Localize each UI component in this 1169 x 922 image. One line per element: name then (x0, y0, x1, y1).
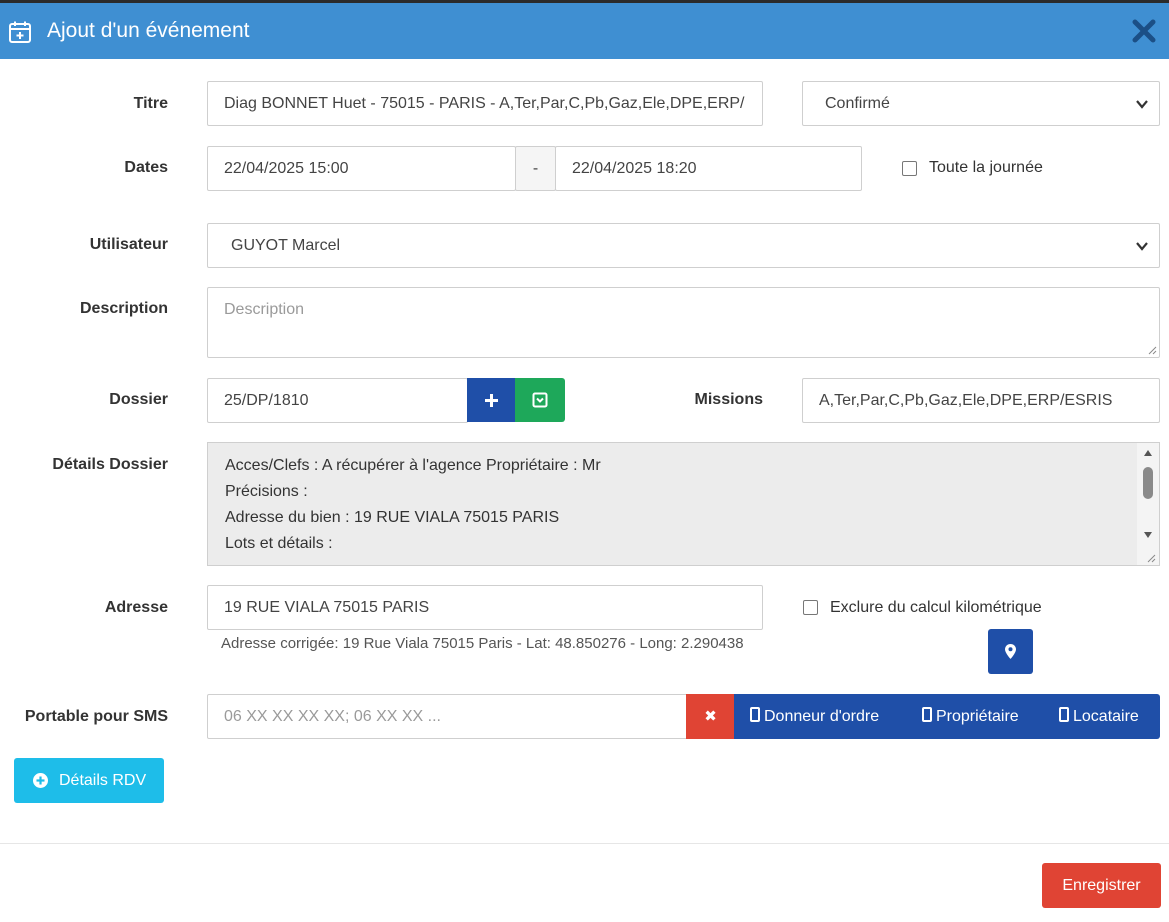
chevron-down-icon (1136, 242, 1148, 251)
date-end-input[interactable]: 22/04/2025 18:20 (555, 146, 862, 191)
details-rdv-button[interactable]: Détails RDV (14, 758, 164, 803)
chevron-down-icon (1136, 100, 1148, 109)
plus-circle-icon (33, 773, 48, 788)
details-rdv-label: Détails RDV (59, 772, 147, 789)
calendar-add-icon (9, 21, 31, 43)
sms-input[interactable]: 06 XX XX XX XX; 06 XX XX ... (207, 694, 688, 739)
archive-box-icon (532, 392, 548, 408)
all-day-label: Toute la journée (929, 159, 1043, 176)
details-line: Adresse du bien : 19 RUE VIALA 75015 PAR… (225, 509, 560, 526)
utilisateur-select[interactable]: GUYOT Marcel (207, 223, 1160, 268)
plus-icon (485, 394, 498, 407)
dialog-title: Ajout d'un événement (47, 19, 250, 42)
mobile-phone-icon (1059, 707, 1069, 722)
locataire-button[interactable]: Locataire (1059, 694, 1139, 739)
details-dossier-label: Détails Dossier (52, 456, 168, 473)
date-separator: - (515, 146, 556, 191)
scroll-down-icon[interactable] (1143, 531, 1153, 539)
titre-value: Diag BONNET Huet - 75015 - PARIS - A,Ter… (224, 95, 745, 112)
date-start-input[interactable]: 22/04/2025 15:00 (207, 146, 516, 191)
resize-grip-icon[interactable] (1146, 553, 1156, 563)
missions-input[interactable]: A,Ter,Par,C,Pb,Gaz,Ele,DPE,ERP/ESRIS (802, 378, 1160, 423)
missions-value: A,Ter,Par,C,Pb,Gaz,Ele,DPE,ERP/ESRIS (819, 392, 1113, 409)
scroll-up-icon[interactable] (1143, 449, 1153, 457)
map-locate-button[interactable] (988, 629, 1033, 674)
adresse-input[interactable]: 19 RUE VIALA 75015 PARIS (207, 585, 763, 630)
titre-label: Titre (133, 95, 168, 112)
details-line: Acces/Clefs : A récupérer à l'agence Pro… (225, 457, 601, 474)
corrected-address: Adresse corrigée: 19 Rue Viala 75015 Par… (221, 635, 744, 652)
clear-icon: ✖ (704, 708, 717, 725)
dossier-input[interactable]: 25/DP/1810 (207, 378, 468, 423)
description-textarea[interactable]: Description (207, 287, 1160, 358)
exclude-km-checkbox[interactable] (803, 600, 818, 615)
date-end-value: 22/04/2025 18:20 (572, 160, 697, 177)
close-icon[interactable] (1129, 16, 1159, 46)
sms-placeholder: 06 XX XX XX XX; 06 XX XX ... (224, 708, 441, 725)
footer-divider (0, 843, 1169, 844)
status-value: Confirmé (825, 95, 890, 112)
clear-sms-button[interactable]: ✖ (686, 694, 735, 739)
description-placeholder: Description (224, 301, 305, 318)
save-label: Enregistrer (1062, 877, 1141, 894)
proprietaire-button[interactable]: Propriétaire (922, 694, 1019, 739)
donneur-ordre-label: Donneur d'ordre (764, 708, 880, 725)
adresse-value: 19 RUE VIALA 75015 PARIS (224, 599, 430, 616)
open-dossier-button[interactable] (515, 378, 565, 422)
details-line: Précisions : (225, 483, 308, 500)
status-select[interactable]: Confirmé (802, 81, 1160, 126)
titre-input[interactable]: Diag BONNET Huet - 75015 - PARIS - A,Ter… (207, 81, 763, 126)
description-label: Description (79, 300, 168, 317)
adresse-label: Adresse (104, 599, 168, 616)
date-start-value: 22/04/2025 15:00 (224, 160, 349, 177)
add-dossier-button[interactable] (467, 378, 516, 422)
utilisateur-value: GUYOT Marcel (231, 237, 341, 254)
dossier-label: Dossier (109, 391, 168, 408)
portable-sms-label: Portable pour SMS (24, 708, 168, 725)
sms-contact-buttons: Donneur d'ordre Propriétaire Locataire (734, 694, 1160, 739)
exclude-km-label: Exclure du calcul kilométrique (830, 599, 1042, 616)
save-button[interactable]: Enregistrer (1042, 863, 1161, 908)
mobile-phone-icon (750, 707, 760, 722)
dossier-value: 25/DP/1810 (224, 392, 309, 409)
details-line: Lots et détails : (225, 535, 333, 552)
scrollbar-thumb[interactable] (1143, 467, 1153, 499)
dialog-header: Ajout d'un événement (0, 3, 1169, 59)
date-separator-text: - (532, 160, 539, 177)
proprietaire-label: Propriétaire (936, 708, 1019, 725)
missions-label: Missions (694, 391, 763, 408)
all-day-checkbox[interactable] (902, 161, 917, 176)
locataire-label: Locataire (1073, 708, 1139, 725)
details-dossier-textarea[interactable]: Acces/Clefs : A récupérer à l'agence Pro… (207, 442, 1160, 566)
donneur-ordre-button[interactable]: Donneur d'ordre (750, 694, 879, 739)
dates-label: Dates (124, 159, 168, 176)
scrollbar[interactable] (1137, 443, 1159, 565)
map-marker-icon (1005, 644, 1016, 659)
utilisateur-label: Utilisateur (89, 236, 168, 253)
resize-grip-icon[interactable] (1147, 345, 1157, 355)
mobile-phone-icon (922, 707, 932, 722)
